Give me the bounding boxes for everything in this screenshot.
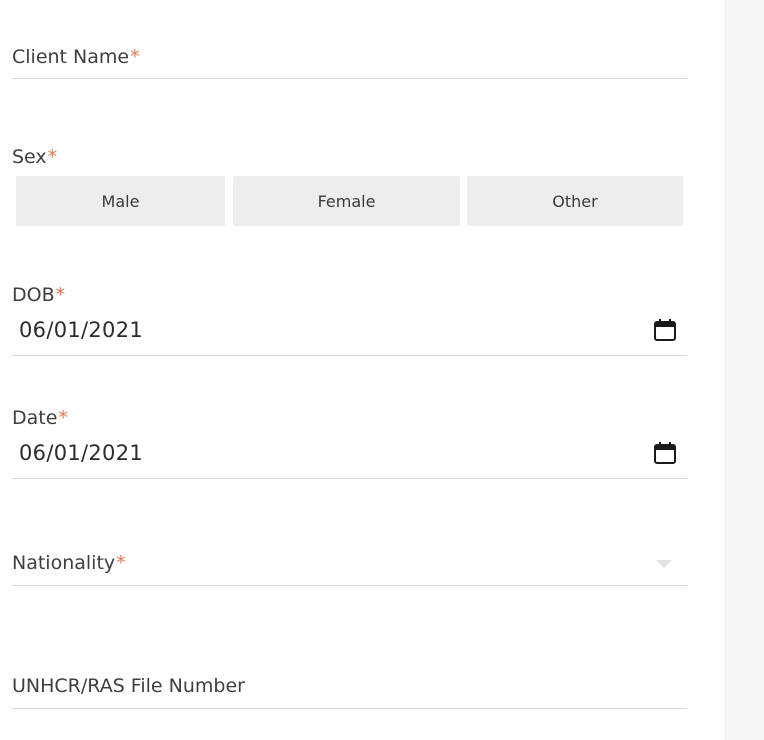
sex-option-female-button[interactable]: Female: [233, 176, 460, 226]
dob-label: DOB*: [12, 283, 65, 307]
date-label-text: Date: [12, 407, 58, 429]
required-asterisk: *: [58, 407, 68, 429]
client-name-label: Client Name*: [12, 45, 140, 69]
required-asterisk: *: [47, 146, 58, 168]
required-asterisk: *: [55, 284, 66, 306]
sex-option-male-button[interactable]: Male: [16, 176, 225, 226]
date-value: 06/01/2021: [19, 441, 144, 465]
page: Client Name* Sex* Male Female Other DOB*…: [0, 0, 764, 740]
date-label: Date*: [12, 406, 68, 430]
dob-underline: [12, 355, 687, 356]
nationality-label-text: Nationality: [12, 552, 116, 574]
sex-label: Sex*: [12, 145, 57, 169]
calendar-icon[interactable]: [653, 318, 677, 342]
calendar-icon[interactable]: [653, 441, 677, 465]
caret-down-icon[interactable]: [656, 560, 672, 568]
client-form: Client Name* Sex* Male Female Other DOB*…: [12, 0, 687, 740]
sex-label-text: Sex: [12, 146, 47, 168]
client-name-label-text: Client Name: [12, 46, 130, 68]
dob-value: 06/01/2021: [19, 318, 144, 342]
nationality-underline: [12, 585, 687, 586]
nationality-label: Nationality*: [12, 551, 126, 575]
side-panel: [725, 0, 764, 740]
file-number-underline: [12, 708, 687, 709]
required-asterisk: *: [130, 46, 140, 68]
client-name-underline: [12, 78, 687, 79]
required-asterisk: *: [116, 552, 126, 574]
sex-option-other-button[interactable]: Other: [467, 176, 683, 226]
dob-label-text: DOB: [12, 284, 55, 306]
date-underline: [12, 478, 687, 479]
file-number-label: UNHCR/RAS File Number: [12, 675, 245, 697]
